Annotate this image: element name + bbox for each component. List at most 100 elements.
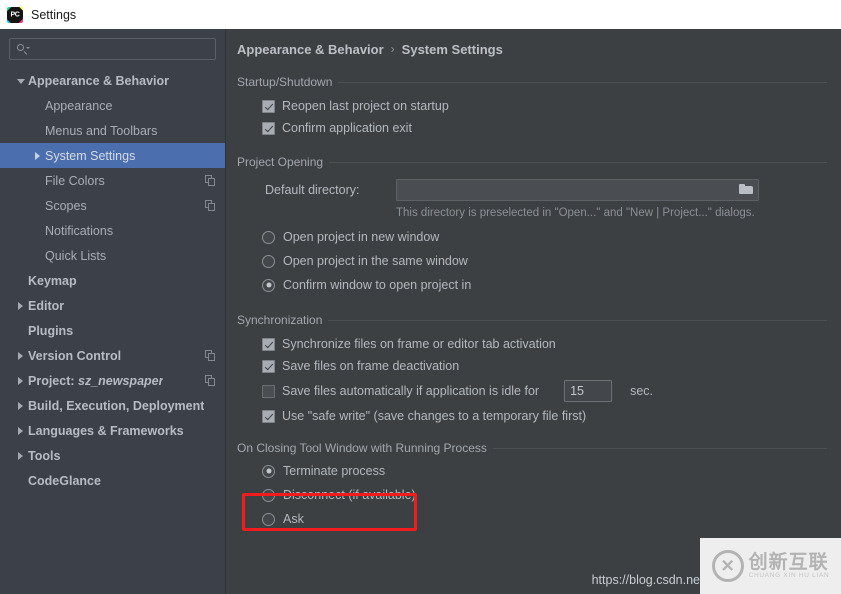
group-title: Project Opening [237, 155, 324, 169]
radio-indicator[interactable] [262, 254, 275, 268]
chevron-down-icon[interactable] [14, 74, 28, 88]
breadcrumb-parent[interactable]: Appearance & Behavior [237, 42, 384, 57]
default-directory-field[interactable] [396, 179, 759, 201]
chevron-right-icon[interactable] [14, 424, 28, 438]
sidebar-item-label: Appearance [45, 98, 113, 113]
checkbox-label: Save files automatically if application … [282, 384, 540, 398]
sidebar-item-quick-lists[interactable]: Quick Lists [0, 243, 225, 268]
sidebar-item-system-settings[interactable]: System Settings [0, 143, 225, 168]
watermark-pinyin: CHUANG XIN HU LIAN [748, 571, 830, 579]
checkbox-label: Reopen last project on startup [282, 99, 449, 113]
copy-settings-icon[interactable] [205, 375, 216, 386]
default-directory-hint: This directory is preselected in "Open..… [396, 207, 755, 219]
circle-x-logo-icon [711, 550, 744, 582]
sidebar-item-project-sz-newspaper[interactable]: Project: sz_newspaper [0, 368, 225, 393]
checkbox-reopen-last-project[interactable]: Reopen last project on startup [262, 95, 827, 117]
sidebar-item-label: Tools [28, 448, 61, 463]
chevron-right-icon[interactable] [14, 374, 28, 388]
watermark: 创新互联 CHUANG XIN HU LIAN [700, 538, 841, 594]
sidebar-item-appearance[interactable]: Appearance [0, 93, 225, 118]
sidebar-item-label: Scopes [45, 198, 87, 213]
radio-indicator[interactable] [262, 464, 275, 478]
default-directory-label: Default directory: [265, 183, 360, 197]
url-overlay-text: https://blog.csdn.ne [591, 573, 700, 587]
radio-open-new-window[interactable]: Open project in new window [262, 225, 827, 249]
chevron-right-icon[interactable] [14, 449, 28, 463]
sidebar-item-codeglance[interactable]: CodeGlance [0, 468, 225, 493]
checkbox-save-automatically-row[interactable]: Save files automatically if application … [262, 377, 827, 405]
copy-settings-icon[interactable] [205, 350, 216, 361]
breadcrumb: Appearance & Behavior › System Settings [237, 29, 827, 59]
sidebar-item-version-control[interactable]: Version Control [0, 343, 225, 368]
sidebar-item-editor[interactable]: Editor [0, 293, 225, 318]
checkbox-safe-write[interactable]: Use "safe write" (save changes to a temp… [262, 405, 827, 427]
sidebar-item-label: Project: sz_newspaper [28, 373, 164, 388]
sidebar-item-file-colors[interactable]: File Colors [0, 168, 225, 193]
radio-label: Open project in new window [283, 230, 440, 244]
radio-label: Open project in the same window [283, 254, 468, 268]
radio-terminate-process[interactable]: Terminate process [262, 459, 827, 483]
group-divider [328, 319, 827, 321]
default-directory-input[interactable] [401, 182, 739, 198]
sidebar-item-label: Plugins [28, 323, 74, 338]
checkbox-save-on-deactivation[interactable]: Save files on frame deactivation [262, 355, 827, 377]
checkbox-indicator[interactable] [262, 121, 275, 135]
sidebar-item-plugins[interactable]: Plugins [0, 318, 225, 343]
sidebar-item-scopes[interactable]: Scopes [0, 193, 225, 218]
group-header: On Closing Tool Window with Running Proc… [237, 441, 827, 455]
group-title: Synchronization [237, 313, 323, 327]
chevron-right-icon[interactable] [31, 149, 45, 163]
sidebar-item-menus-and-toolbars[interactable]: Menus and Toolbars [0, 118, 225, 143]
radio-indicator[interactable] [262, 488, 275, 502]
radio-open-same-window[interactable]: Open project in the same window [262, 249, 827, 273]
sidebar-item-notifications[interactable]: Notifications [0, 218, 225, 243]
checkbox-indicator[interactable] [262, 359, 275, 373]
sidebar-item-keymap[interactable]: Keymap [0, 268, 225, 293]
radio-indicator[interactable] [262, 230, 275, 244]
checkbox-indicator[interactable] [262, 99, 275, 113]
title-bar: Settings [0, 0, 841, 29]
chevron-right-icon[interactable] [14, 349, 28, 363]
checkbox-indicator[interactable] [262, 409, 275, 423]
sidebar-item-label: File Colors [45, 173, 105, 188]
radio-ask[interactable]: Ask [262, 507, 827, 531]
radio-indicator[interactable] [262, 512, 275, 526]
copy-settings-icon[interactable] [205, 200, 216, 211]
chevron-right-icon[interactable] [14, 399, 28, 413]
checkbox-indicator[interactable] [262, 384, 275, 398]
radio-label: Confirm window to open project in [283, 278, 472, 292]
group-title: On Closing Tool Window with Running Proc… [237, 441, 487, 455]
group-divider [329, 161, 827, 163]
checkbox-confirm-application-exit[interactable]: Confirm application exit [262, 117, 827, 139]
radio-disconnect[interactable]: Disconnect (if available) [262, 483, 827, 507]
radio-confirm-window[interactable]: Confirm window to open project in [262, 273, 827, 297]
group-divider [492, 447, 827, 449]
search-box[interactable] [9, 38, 216, 60]
checkbox-indicator[interactable] [262, 337, 275, 351]
settings-window: Settings Appearance & BehaviorAppearance… [0, 0, 841, 594]
group-title: Startup/Shutdown [237, 75, 333, 89]
search-input[interactable] [33, 41, 209, 57]
checkbox-label: Use "safe write" (save changes to a temp… [282, 409, 587, 423]
checkbox-synchronize-files[interactable]: Synchronize files on frame or editor tab… [262, 333, 827, 355]
sidebar-item-languages-frameworks[interactable]: Languages & Frameworks [0, 418, 225, 443]
folder-icon[interactable] [739, 184, 754, 196]
search-icon [16, 43, 30, 56]
checkbox-label: Synchronize files on frame or editor tab… [282, 337, 556, 351]
sidebar-item-build-execution-deployment[interactable]: Build, Execution, Deployment [0, 393, 225, 418]
group-header: Startup/Shutdown [237, 75, 827, 89]
chevron-right-icon[interactable] [14, 299, 28, 313]
copy-settings-icon[interactable] [205, 175, 216, 186]
sidebar-item-tools[interactable]: Tools [0, 443, 225, 468]
group-project-opening: Project Opening Default directory: This … [237, 155, 827, 297]
sidebar-item-label: Quick Lists [45, 248, 107, 263]
idle-seconds-input[interactable] [564, 380, 613, 402]
radio-indicator[interactable] [262, 278, 275, 292]
sidebar-item-label: Languages & Frameworks [28, 423, 184, 438]
sidebar-item-appearance-behavior[interactable]: Appearance & Behavior [0, 68, 225, 93]
sidebar-item-label: Keymap [28, 273, 77, 288]
